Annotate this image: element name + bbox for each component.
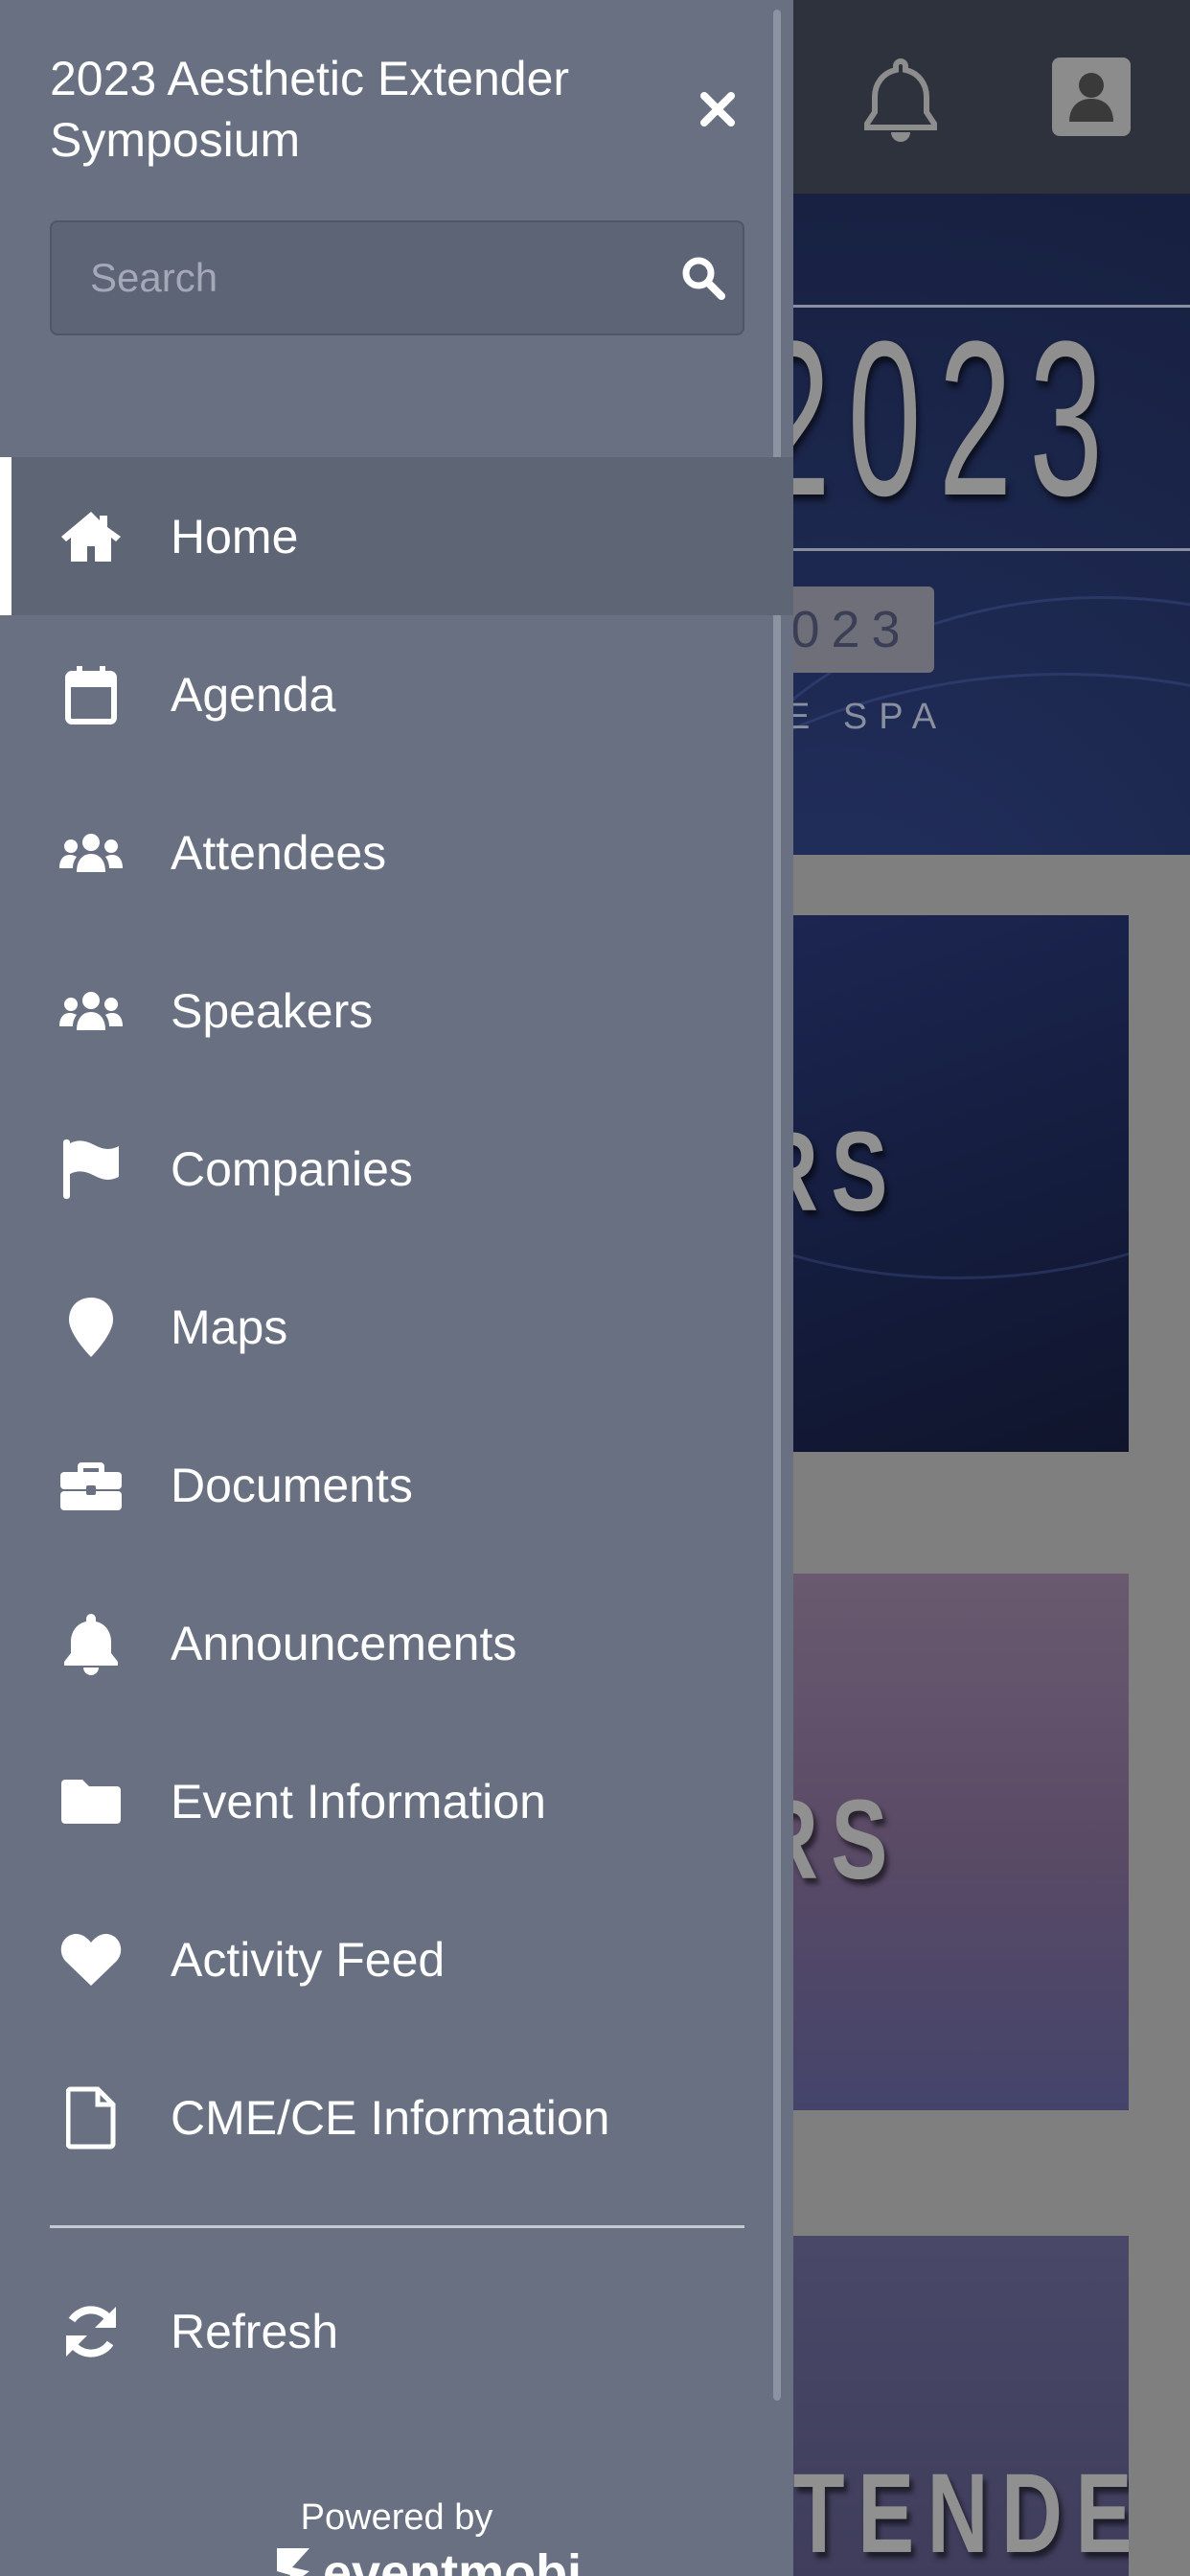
heart-icon [59,1928,123,1991]
notifications-bell-icon[interactable] [862,56,939,142]
nav-item-speakers[interactable]: Speakers [0,932,793,1090]
home-tile[interactable]: TTENDEES [767,2236,1129,2576]
user-icon [1069,73,1113,122]
nav-item-event-information[interactable]: Event Information [0,1722,793,1880]
profile-avatar[interactable] [1052,58,1131,136]
map-marker-icon [59,1296,123,1359]
nav-item-label: Speakers [171,983,374,1038]
nav-item-activity-feed[interactable]: Activity Feed [0,1880,793,2038]
eventmobi-logo-icon [277,2548,309,2576]
nav-item-agenda[interactable]: Agenda [0,615,793,773]
flag-icon [59,1138,123,1201]
hero-subtitle: E SPA [786,697,949,737]
nav-divider [50,2225,744,2228]
nav-item-label: Maps [171,1300,288,1354]
nav-item-label: Announcements [171,1616,517,1670]
calendar-icon [59,663,123,726]
tile-label: TTENDEES [767,2450,1129,2576]
search-box[interactable] [50,220,744,335]
folder-icon [59,1770,123,1833]
refresh-button[interactable]: Refresh [0,2252,793,2410]
refresh-label: Refresh [171,2304,339,2358]
search-input[interactable] [52,222,665,334]
nav-item-home[interactable]: Home [0,457,793,615]
nav-item-label: Home [171,509,299,564]
close-drawer-button[interactable] [690,81,745,137]
bell-icon [59,1612,123,1675]
brand-logo: eventmobi [271,2544,582,2576]
refresh-icon [59,2300,123,2363]
nav-item-label: CME/CE Information [171,2090,610,2145]
nav-item-attendees[interactable]: Attendees [0,773,793,932]
drawer-nav-list: Home Agenda Attendees Speakers Companies… [0,457,793,2196]
event-title: 2023 Aesthetic Extender Symposium [50,52,570,167]
search-icon[interactable] [679,254,727,302]
users-icon [59,979,123,1043]
navigation-drawer: 2023 Aesthetic Extender Symposium Search… [0,0,793,2576]
nav-item-announcements[interactable]: Announcements [0,1564,793,1722]
home-tile[interactable]: RS [767,915,1129,1452]
nav-item-companies[interactable]: Companies [0,1090,793,1248]
briefcase-icon [59,1454,123,1517]
nav-item-label: Companies [171,1141,413,1196]
brand-name: eventmobi [323,2544,583,2576]
nav-item-label: Activity Feed [171,1932,446,1987]
home-icon [59,505,123,568]
users-icon [59,821,123,885]
close-icon [700,92,735,126]
home-tile[interactable]: RS [767,1574,1129,2110]
nav-item-cme-ce-information[interactable]: CME/CE Information [0,2038,793,2196]
nav-item-label: Agenda [171,667,336,722]
nav-item-label: Event Information [171,1774,546,1828]
nav-item-label: Documents [171,1458,413,1512]
app-screen: 2023 2023 E SPA RS RS TTENDEES 2023 Aest… [0,0,1190,2576]
powered-by-label: Powered by [300,2497,493,2538]
file-icon [59,2086,123,2150]
hero-year: 2023 [757,295,1121,541]
nav-item-documents[interactable]: Documents [0,1406,793,1564]
nav-item-label: Attendees [171,825,387,880]
nav-item-maps[interactable]: Maps [0,1248,793,1406]
